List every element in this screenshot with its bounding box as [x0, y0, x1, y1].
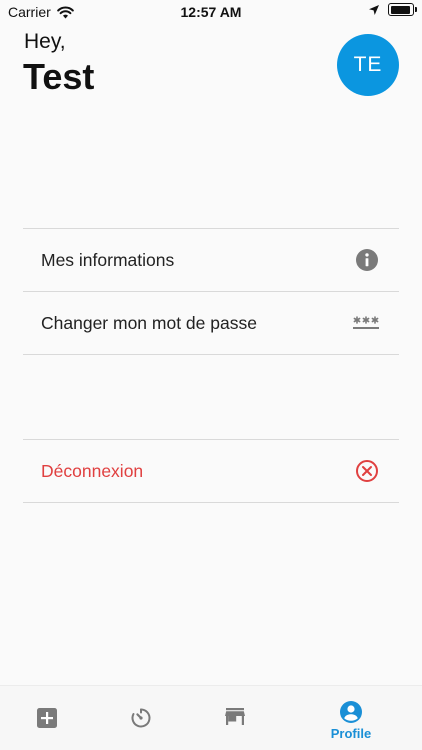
tab-profile-label: Profile — [330, 726, 372, 741]
store-icon — [224, 707, 246, 727]
password-icon — [353, 315, 379, 331]
add-box-icon — [36, 707, 58, 729]
menu-item-my-information[interactable]: Mes informations — [23, 229, 399, 292]
tab-timer[interactable] — [96, 686, 186, 750]
user-name: Test — [23, 56, 95, 97]
menu-item-label: Changer mon mot de passe — [41, 312, 257, 333]
logout-menu: Déconnexion — [23, 439, 399, 503]
menu-item-change-password[interactable]: Changer mon mot de passe — [23, 292, 399, 355]
logout-label: Déconnexion — [41, 460, 144, 481]
info-icon — [355, 248, 379, 272]
greeting: Hey, — [24, 30, 66, 53]
status-right — [368, 3, 417, 16]
status-time: 12:57 AM — [180, 4, 242, 20]
profile-screen: Carrier 12:57 AM Hey, Test TE Mes inform… — [0, 0, 422, 750]
logout-button[interactable]: Déconnexion — [23, 440, 399, 503]
tab-store[interactable] — [190, 686, 280, 750]
tab-add[interactable] — [2, 686, 92, 750]
status-bar: Carrier 12:57 AM — [0, 0, 422, 24]
tab-bar: Profile — [0, 685, 422, 750]
timer-icon — [130, 707, 152, 729]
avatar[interactable]: TE — [337, 34, 399, 96]
avatar-initials: TE — [353, 53, 383, 76]
close-circle-icon — [355, 459, 379, 483]
menu-item-label: Mes informations — [41, 249, 175, 270]
account-menu: Mes informations Changer mon mot de pass… — [23, 228, 399, 355]
location-arrow-icon — [368, 4, 380, 16]
battery-icon — [388, 3, 417, 16]
tab-profile[interactable]: Profile — [306, 686, 396, 750]
battery-level — [390, 5, 411, 14]
profile-icon — [339, 700, 363, 724]
